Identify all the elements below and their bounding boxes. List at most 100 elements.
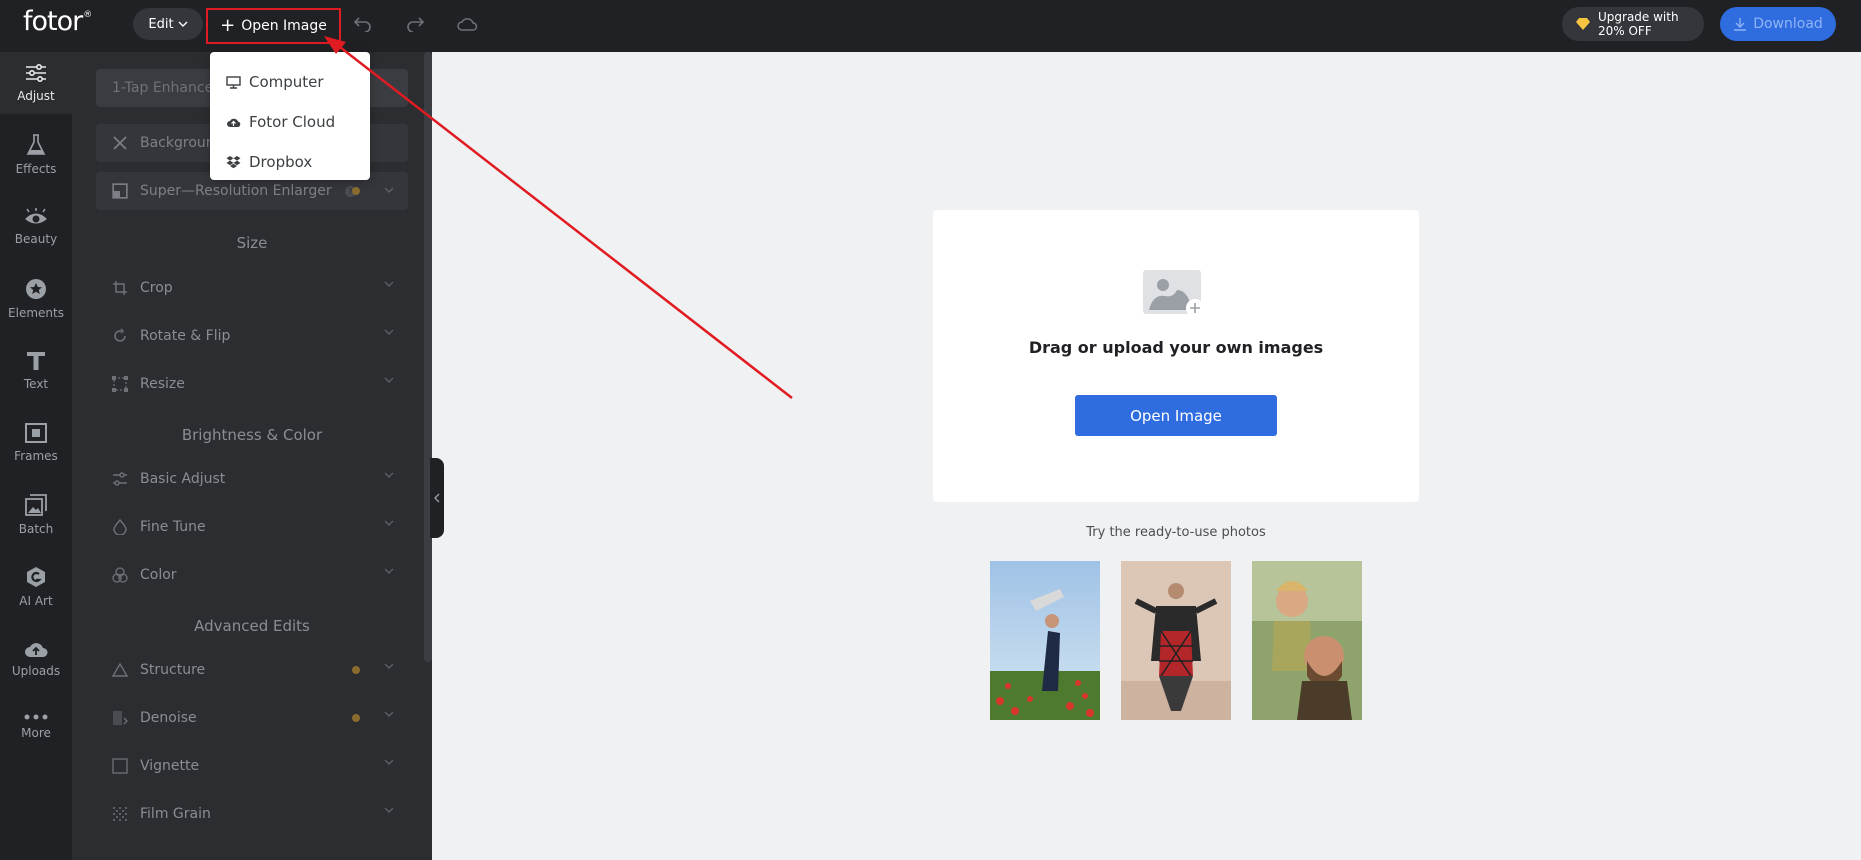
upload-cloud-icon: [25, 643, 48, 657]
nav-more[interactable]: More: [0, 696, 72, 758]
rotate-flip-label: Rotate & Flip: [140, 328, 231, 344]
frame-icon: [25, 423, 47, 443]
nav-frames-label: Frames: [14, 449, 58, 463]
vignette-item[interactable]: Vignette: [96, 748, 408, 784]
upload-instructions: Drag or upload your own images: [1028, 338, 1324, 357]
fine-tune-item[interactable]: Fine Tune: [96, 509, 408, 545]
nav-effects[interactable]: Effects: [0, 124, 72, 186]
open-from-fotor-cloud[interactable]: Fotor Cloud: [210, 102, 370, 142]
nav-elements-label: Elements: [8, 306, 64, 320]
panel-scrollbar[interactable]: [424, 52, 432, 662]
add-image-icon: [1143, 270, 1204, 317]
sample-photos-caption: Try the ready-to-use photos: [1086, 525, 1266, 540]
color-item[interactable]: Color: [96, 557, 408, 593]
premium-dot: [352, 666, 360, 674]
monitor-icon: [226, 75, 241, 89]
chevron-down-icon: [178, 21, 188, 27]
nav-frames[interactable]: Frames: [0, 412, 72, 474]
upgrade-button[interactable]: Upgrade with 20% OFF: [1562, 7, 1704, 41]
denoise-icon: [113, 711, 128, 725]
structure-item[interactable]: Structure: [96, 652, 408, 688]
download-button[interactable]: Download: [1720, 7, 1836, 41]
computer-label: Computer: [249, 73, 324, 91]
enlarge-icon: [112, 183, 128, 199]
nav-text[interactable]: Text: [0, 340, 72, 402]
chevron-down-icon: [384, 663, 394, 669]
super-resolution-label: Super—Resolution Enlarger: [140, 183, 332, 199]
edit-label: Edit: [148, 16, 174, 32]
sliders-icon: [113, 472, 127, 486]
chevron-down-icon: [384, 329, 394, 335]
nav-adjust-label: Adjust: [17, 89, 55, 103]
premium-dot: [352, 187, 360, 195]
chevron-left-icon: [434, 493, 440, 503]
denoise-label: Denoise: [140, 710, 197, 726]
section-title-brightness-color: Brightness & Color: [181, 426, 323, 444]
background-label: Backgroun: [140, 135, 215, 151]
nav-beauty-label: Beauty: [14, 232, 58, 246]
basic-adjust-item[interactable]: Basic Adjust: [96, 461, 408, 497]
open-image-top-label: Open Image: [241, 18, 327, 34]
chevron-down-icon: [384, 520, 394, 526]
download-icon: [1734, 18, 1747, 31]
chevron-down-icon: [384, 377, 394, 383]
ai-art-icon: [27, 567, 45, 587]
nav-ai-art[interactable]: AI Art: [0, 556, 72, 618]
nav-effects-label: Effects: [15, 162, 57, 176]
nav-beauty[interactable]: Beauty: [0, 196, 72, 258]
logo-text: fotor: [23, 6, 83, 37]
nav-elements[interactable]: Elements: [0, 268, 72, 330]
vignette-label: Vignette: [140, 758, 200, 774]
resize-item[interactable]: Resize: [96, 366, 408, 402]
open-from-computer[interactable]: Computer: [210, 62, 370, 102]
nav-batch[interactable]: Batch: [0, 484, 72, 546]
plus-icon: +: [220, 15, 236, 36]
fine-tune-label: Fine Tune: [140, 519, 206, 535]
nav-adjust[interactable]: Adjust: [0, 52, 72, 114]
resize-label: Resize: [140, 376, 185, 392]
batch-icon: [25, 494, 47, 516]
basic-adjust-label: Basic Adjust: [140, 471, 226, 487]
denoise-item[interactable]: Denoise: [96, 700, 408, 736]
nav-more-label: More: [21, 726, 51, 740]
nav-batch-label: Batch: [18, 522, 54, 536]
crop-item[interactable]: Crop: [96, 270, 408, 306]
enhance-label: 1-Tap Enhance: [112, 80, 214, 96]
sample-photo-2[interactable]: [1121, 561, 1231, 720]
diamond-icon: [1576, 18, 1590, 30]
section-title-size: Size: [236, 234, 268, 252]
sample-photo-1[interactable]: [990, 561, 1100, 720]
drop-icon: [113, 519, 127, 535]
flask-icon: [26, 134, 46, 155]
rotate-flip-item[interactable]: Rotate & Flip: [96, 318, 408, 354]
edit-menu-button[interactable]: Edit: [133, 8, 203, 40]
text-icon: [27, 352, 45, 370]
open-from-dropbox[interactable]: Dropbox: [210, 142, 370, 182]
top-bar: fotor® Edit + Open Image Upgrade with 20…: [0, 0, 1861, 52]
open-image-main-button[interactable]: Open Image: [1075, 395, 1277, 436]
fotor-logo[interactable]: fotor®: [23, 6, 92, 37]
cloud-save-icon[interactable]: [455, 12, 479, 36]
download-label: Download: [1753, 16, 1823, 32]
film-grain-item[interactable]: Film Grain: [96, 796, 408, 832]
cloud-upload-icon: [227, 118, 241, 127]
chevron-down-icon: [384, 568, 394, 574]
fotor-cloud-label: Fotor Cloud: [249, 113, 336, 131]
redo-icon[interactable]: [403, 12, 427, 36]
chevron-down-icon: [384, 187, 394, 193]
collapse-panel-tab[interactable]: [430, 458, 444, 538]
dropbox-icon: [226, 155, 241, 168]
nav-ai-art-label: AI Art: [19, 594, 53, 608]
eye-icon: [25, 208, 47, 224]
sample-photo-3[interactable]: [1252, 561, 1362, 720]
left-nav: Adjust Effects Beauty Elements Text Fram…: [0, 52, 72, 860]
nav-uploads[interactable]: Uploads: [0, 628, 72, 690]
crop-icon: [113, 281, 127, 295]
logo-registered-mark: ®: [83, 10, 92, 20]
section-title-advanced-edits: Advanced Edits: [194, 617, 310, 635]
nav-uploads-label: Uploads: [11, 664, 61, 678]
chevron-down-icon: [384, 472, 394, 478]
undo-icon[interactable]: [351, 12, 375, 36]
upload-dropzone[interactable]: Drag or upload your own images Open Imag…: [933, 210, 1419, 502]
open-image-top-button[interactable]: + Open Image: [206, 8, 341, 44]
